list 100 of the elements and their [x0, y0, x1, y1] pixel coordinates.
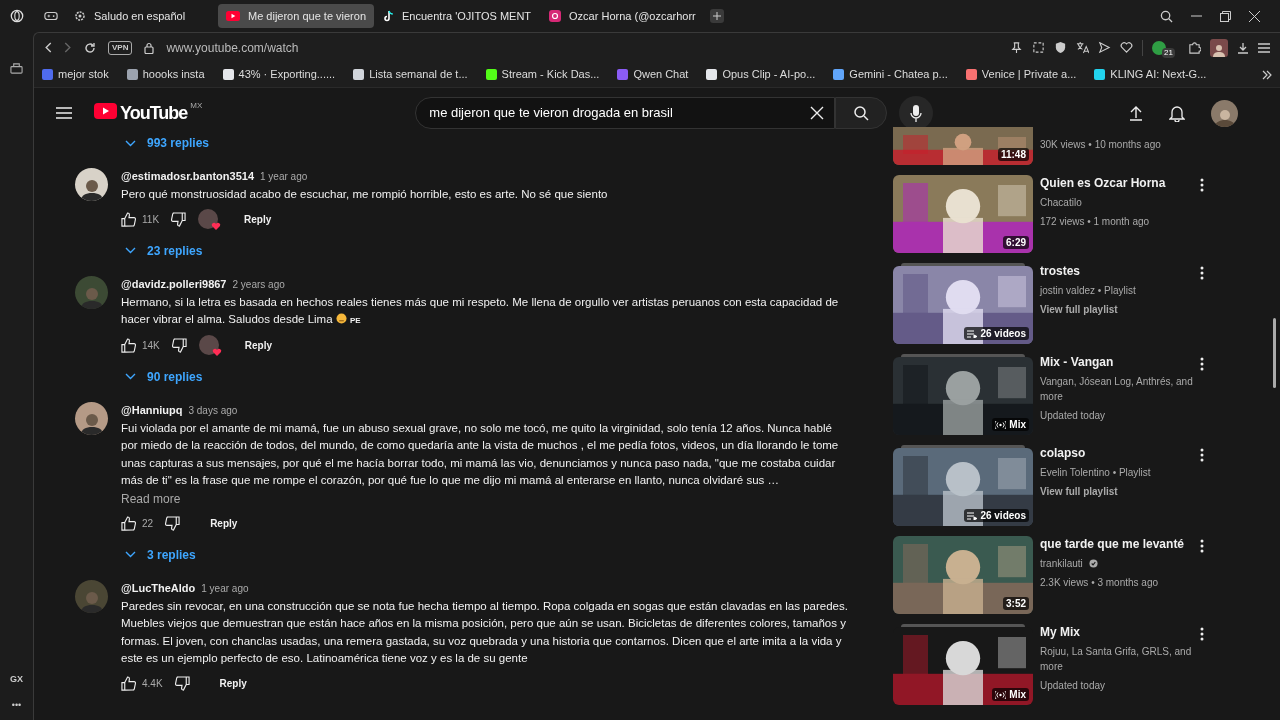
- account-avatar[interactable]: [1211, 99, 1238, 127]
- bell-icon[interactable]: [1169, 104, 1185, 122]
- thumbs-up-icon[interactable]: [121, 338, 136, 353]
- channel-name[interactable]: jostin valdez • Playlist: [1040, 283, 1136, 298]
- video-thumbnail[interactable]: Mix: [893, 627, 1033, 705]
- more-label[interactable]: •••: [11, 698, 22, 712]
- thumbs-down-icon[interactable]: [165, 516, 181, 531]
- send-icon[interactable]: [1098, 41, 1112, 54]
- video-meta[interactable]: View full playlist: [1040, 484, 1200, 499]
- commenter-avatar[interactable]: [75, 401, 108, 435]
- bookmark[interactable]: Gemini - Chatea p...: [833, 66, 948, 83]
- comment-author[interactable]: @Hanniupq: [121, 401, 183, 419]
- channel-name[interactable]: Chacatilo: [1040, 195, 1082, 210]
- comment-time[interactable]: 1 year ago: [201, 580, 249, 596]
- bookmark[interactable]: KLING AI: Next-G...: [1094, 66, 1207, 83]
- bookmark[interactable]: hoooks insta: [126, 66, 205, 83]
- snapshot-icon[interactable]: [1032, 41, 1046, 54]
- reply-button[interactable]: Reply: [217, 676, 249, 691]
- read-more-link[interactable]: Read more: [121, 489, 181, 508]
- more-options-icon[interactable]: [1200, 539, 1204, 553]
- upload-icon[interactable]: [1129, 105, 1143, 121]
- bookmark[interactable]: Qwen Chat: [617, 66, 689, 83]
- more-options-icon[interactable]: [1200, 627, 1204, 641]
- commenter-avatar[interactable]: [75, 168, 108, 201]
- video-thumbnail[interactable]: 11:48: [893, 127, 1033, 165]
- browser-tab[interactable]: Encuentra 'OJITOS MENT: [376, 4, 540, 28]
- browser-tab[interactable]: Me dijeron que te vieron: [218, 4, 374, 28]
- reply-button[interactable]: Reply: [242, 212, 274, 227]
- forward-icon[interactable]: [64, 42, 72, 53]
- more-options-icon[interactable]: [1200, 266, 1204, 280]
- bookmark[interactable]: Opus Clip - AI-po...: [706, 66, 816, 83]
- search-icon[interactable]: [1160, 9, 1173, 23]
- puzzle-icon[interactable]: [1188, 41, 1201, 54]
- video-title[interactable]: Mix - Vangan: [1040, 354, 1200, 370]
- chevron-double-icon[interactable]: [1262, 69, 1272, 80]
- pin-icon[interactable]: [1010, 41, 1024, 54]
- thumbs-up-icon[interactable]: [121, 212, 136, 227]
- channel-name[interactable]: Vangan, Jósean Log, Anthrés, and more: [1040, 374, 1200, 404]
- bookmark[interactable]: 43% · Exporting......: [222, 66, 336, 83]
- more-options-icon[interactable]: [1200, 357, 1204, 371]
- bookmark[interactable]: mejor stok: [42, 66, 109, 83]
- gamepad-icon[interactable]: [44, 10, 58, 22]
- close-icon[interactable]: [1249, 10, 1260, 22]
- comment-author[interactable]: @estimadosr.banton3514: [121, 168, 254, 185]
- thumbs-down-icon[interactable]: [174, 676, 190, 691]
- comment-time[interactable]: 1 year ago: [260, 169, 308, 184]
- reload-icon[interactable]: [84, 41, 96, 54]
- replies-toggle[interactable]: 90 replies: [123, 363, 205, 390]
- vpn-badge[interactable]: VPN: [108, 40, 133, 55]
- browser-tab[interactable]: Ozcar Horna (@ozcarhorr: [541, 4, 704, 28]
- thumbs-up-icon[interactable]: [121, 676, 136, 691]
- video-thumbnail[interactable]: Mix: [893, 357, 1033, 435]
- video-thumbnail[interactable]: 3:52: [893, 536, 1033, 614]
- search-button[interactable]: [835, 97, 888, 129]
- search-field[interactable]: me dijeron que te vieron drogada en brasil: [415, 97, 836, 129]
- comment-time[interactable]: 3 days ago: [188, 402, 238, 418]
- more-options-icon[interactable]: [1200, 178, 1204, 192]
- thumbs-up-icon[interactable]: [121, 516, 136, 531]
- video-thumbnail[interactable]: 26 videos: [893, 266, 1033, 344]
- thumbs-down-icon[interactable]: [171, 338, 187, 353]
- video-title[interactable]: Quien es Ozcar Horna: [1040, 175, 1200, 191]
- video-title[interactable]: My Mix: [1040, 624, 1200, 640]
- video-title[interactable]: trostes: [1040, 263, 1200, 279]
- channel-name[interactable]: Evelin Tolentino • Playlist: [1040, 465, 1151, 480]
- browser-logo-icon[interactable]: [10, 9, 24, 23]
- video-title[interactable]: que tarde que me levanté: [1040, 536, 1200, 552]
- channel-name[interactable]: Rojuu, La Santa Grifa, GRLS, and more: [1040, 644, 1200, 674]
- back-icon[interactable]: [44, 42, 52, 53]
- browser-tab[interactable]: Saludo en español: [66, 4, 216, 28]
- profile-avatar[interactable]: [1210, 38, 1228, 57]
- comment-time[interactable]: 2 years ago: [232, 276, 285, 292]
- restore-icon[interactable]: [1220, 10, 1231, 22]
- replies-toggle[interactable]: 3 replies: [123, 541, 198, 568]
- bookmark[interactable]: Venice | Private a...: [965, 66, 1077, 83]
- replies-toggle[interactable]: 993 replies: [123, 130, 212, 156]
- new-tab-button[interactable]: [709, 9, 724, 23]
- channel-name[interactable]: trankilauti: [1040, 556, 1083, 571]
- clear-icon[interactable]: [810, 106, 825, 120]
- heart-icon[interactable]: [1120, 41, 1134, 54]
- gx-label[interactable]: GX: [10, 673, 23, 687]
- thumbs-down-icon[interactable]: [171, 212, 187, 227]
- reply-button[interactable]: Reply: [242, 338, 275, 353]
- video-title[interactable]: colapso: [1040, 445, 1200, 461]
- more-options-icon[interactable]: [1200, 448, 1204, 462]
- video-thumbnail[interactable]: 6:29: [893, 175, 1033, 253]
- comment-author[interactable]: @davidz.polleri9867: [121, 275, 227, 293]
- download-icon[interactable]: [1237, 41, 1249, 54]
- scrollbar-thumb[interactable]: [1273, 318, 1276, 388]
- address-field[interactable]: www.youtube.com/watch: [166, 38, 299, 57]
- video-meta[interactable]: View full playlist: [1040, 302, 1200, 317]
- translate-icon[interactable]: [1076, 41, 1090, 54]
- video-thumbnail[interactable]: 26 videos: [893, 448, 1033, 526]
- voice-search-button[interactable]: [899, 96, 934, 130]
- comment-author[interactable]: @LucTheAldo: [121, 579, 196, 597]
- replies-toggle[interactable]: 23 replies: [123, 237, 205, 264]
- menu-icon[interactable]: [1258, 42, 1270, 53]
- bookmark[interactable]: Lista semanal de t...: [353, 66, 468, 83]
- bookmark[interactable]: Stream - Kick Das...: [485, 66, 600, 83]
- reply-button[interactable]: Reply: [208, 516, 240, 531]
- shield-icon[interactable]: [1054, 41, 1068, 54]
